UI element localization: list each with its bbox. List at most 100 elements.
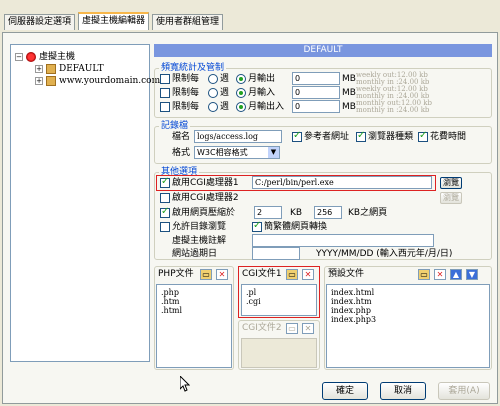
list-item[interactable]: index.htm — [331, 297, 372, 306]
expand-icon[interactable]: + — [35, 64, 43, 73]
default-list[interactable]: index.html index.htm index.php index.php3 — [326, 284, 490, 368]
log-format-select[interactable]: W3C相容格式 ▼ — [194, 146, 280, 159]
dir-browse-label: 允許目錄瀏覽 — [172, 222, 227, 232]
browser-checkbox[interactable] — [356, 130, 366, 142]
compress-checkbox[interactable] — [160, 206, 170, 218]
bw-unit-label: MB — [342, 74, 356, 84]
bw-month-radio[interactable] — [236, 74, 246, 84]
bw-usage-hint-line: monthly in :24.00 kb — [356, 106, 430, 114]
bw-month-label: 月輸入 — [248, 88, 276, 98]
bw-week-label: 週 — [220, 74, 230, 84]
list-item[interactable]: .html — [161, 306, 182, 315]
vhost-note-label: 虛擬主機註解 — [172, 236, 227, 246]
cgi2-checkbox[interactable] — [160, 193, 170, 203]
list-item[interactable]: index.php — [331, 306, 371, 315]
tree-item-yourdomain[interactable]: + www.yourdomain.com — [35, 75, 160, 87]
bw-usage-hint: weekly out:12.00 kb monthly in :24.00 kb — [356, 72, 429, 86]
compress-max-input[interactable]: 256 — [314, 206, 342, 219]
cgi1-browse-button[interactable]: 瀏覽 — [440, 177, 462, 189]
dir-browse-checkbox[interactable] — [160, 222, 170, 232]
expand-icon[interactable]: + — [35, 76, 43, 85]
bw-value-input[interactable]: 0 — [292, 100, 340, 113]
vhost-header: DEFAULT — [154, 44, 492, 57]
cancel-button[interactable]: 取消 — [380, 382, 426, 400]
bw-value-input[interactable]: 0 — [292, 86, 340, 99]
bw-limit-label: 限制每 — [172, 88, 200, 98]
bw-limit-checkbox[interactable] — [160, 102, 170, 112]
tree-item-label: DEFAULT — [59, 64, 104, 74]
chevron-down-icon[interactable]: ▼ — [268, 147, 279, 158]
delete-icon[interactable]: ✕ — [302, 323, 314, 334]
folder-open-icon[interactable]: ▭ — [200, 269, 212, 280]
bw-value-input[interactable]: 0 — [292, 72, 340, 85]
bw-month-radio[interactable] — [236, 88, 246, 98]
bw-week-radio[interactable] — [208, 102, 218, 112]
tree-item-default[interactable]: + DEFAULT — [35, 63, 104, 75]
bandwidth-title: 頻寬統計及管制 — [159, 63, 227, 73]
compress-label: 啟用網頁壓縮於 — [172, 208, 236, 218]
bw-week-label: 週 — [220, 102, 230, 112]
cgi1-path-input[interactable]: C:/perl/bin/perl.exe — [252, 176, 432, 189]
list-item[interactable]: .php — [161, 288, 179, 297]
cgi2-label: 啟用CGI處理器2 — [172, 193, 239, 203]
bw-usage-hint: monthly out:12.00 kb monthly in :24.00 kb — [356, 100, 432, 114]
kb-page-label: KB之網頁 — [348, 208, 388, 218]
list-item[interactable]: .pl — [246, 288, 256, 297]
list-item[interactable]: index.php3 — [331, 315, 376, 324]
referer-label: 參考者網址 — [304, 132, 350, 142]
delete-icon[interactable]: ✕ — [434, 269, 446, 280]
time-label: 花費時間 — [430, 132, 467, 142]
vhost-tree[interactable]: − 虛擬主機 + DEFAULT + www.yourdomain.com — [10, 44, 160, 362]
filename-label: 檔名 — [172, 132, 191, 142]
collapse-icon[interactable]: − — [15, 52, 23, 61]
list-item[interactable]: .cgi — [246, 297, 261, 306]
apply-button[interactable]: 套用(A) — [438, 382, 490, 400]
tab-vhost-editor[interactable]: 虛擬主機編輯器 — [78, 12, 150, 30]
compress-min-input[interactable]: 2 — [254, 206, 282, 219]
bw-week-radio[interactable] — [208, 88, 218, 98]
expiry-hint: YYYY/MM/DD (輸入西元年/月/日) — [316, 249, 453, 259]
ok-button[interactable]: 確定 — [322, 382, 368, 400]
list-item[interactable]: index.html — [331, 288, 374, 297]
format-value: W3C相容格式 — [197, 148, 248, 157]
tab-server-settings[interactable]: 伺服器設定選項 — [4, 14, 76, 30]
arrow-down-icon[interactable]: ▼ — [466, 269, 478, 280]
delete-icon[interactable]: ✕ — [216, 269, 228, 280]
folder-icon — [46, 63, 56, 74]
folder-open-icon[interactable]: ▭ — [286, 323, 298, 334]
folder-open-icon[interactable]: ▭ — [418, 269, 430, 280]
folder-icon — [46, 75, 56, 86]
default-title: 預設文件 — [328, 269, 365, 279]
cgi1-checkbox[interactable] — [160, 176, 170, 188]
bw-limit-checkbox[interactable] — [160, 88, 170, 98]
arrow-up-icon[interactable]: ▲ — [450, 269, 462, 280]
vhost-note-input[interactable] — [252, 234, 434, 247]
list-item[interactable]: .htm — [161, 297, 180, 306]
bw-unit-label: MB — [342, 102, 356, 112]
bw-week-radio[interactable] — [208, 74, 218, 84]
cgi1-list[interactable]: .pl .cgi — [241, 284, 317, 316]
folder-open-icon[interactable]: ▭ — [286, 269, 298, 280]
cgi2-list[interactable] — [241, 338, 317, 368]
bw-usage-hint: weekly out:12.00 kb monthly in :24.00 kb — [356, 86, 429, 100]
log-filename-input[interactable]: logs/access.log — [194, 130, 282, 143]
php-list[interactable]: .php .htm .html — [156, 284, 232, 368]
cgi2-browse-button[interactable]: 瀏覽 — [440, 192, 462, 204]
time-checkbox[interactable] — [418, 130, 428, 142]
globe-icon — [26, 51, 36, 62]
cgi1-list-title: CGI文件1 — [242, 269, 282, 279]
tree-item-label: www.yourdomain.com — [59, 76, 161, 86]
simplified-label: 簡繁體網頁轉換 — [264, 222, 328, 232]
cgi1-label: 啟用CGI處理器1 — [172, 178, 239, 188]
simplified-checkbox[interactable] — [252, 220, 262, 232]
expiry-input[interactable] — [252, 247, 300, 260]
bw-limit-checkbox[interactable] — [160, 74, 170, 84]
tab-user-groups[interactable]: 使用者群組管理 — [152, 14, 224, 30]
log-title: 記錄檔 — [159, 121, 191, 131]
bw-month-label: 月輸出 — [248, 74, 276, 84]
referer-checkbox[interactable] — [292, 130, 302, 142]
php-title: PHP文件 — [158, 269, 194, 279]
delete-icon[interactable]: ✕ — [302, 269, 314, 280]
tree-root[interactable]: − 虛擬主機 — [15, 51, 75, 63]
bw-month-radio[interactable] — [236, 102, 246, 112]
